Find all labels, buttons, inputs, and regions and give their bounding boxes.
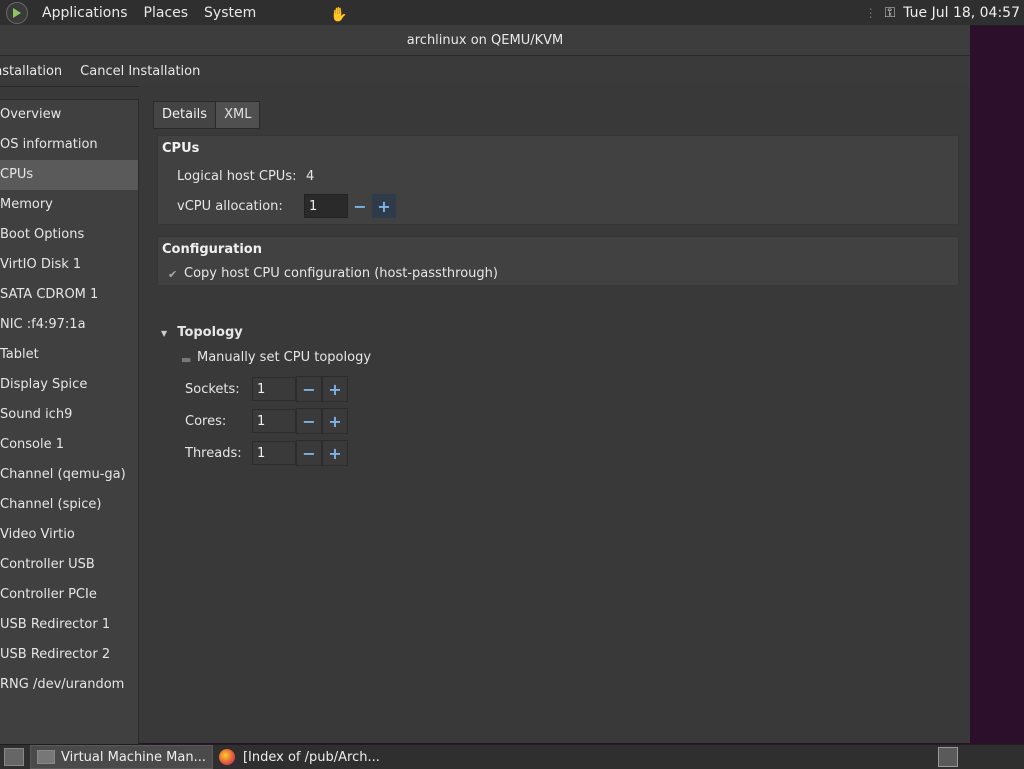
- vm-manager-icon: [37, 750, 55, 764]
- begin-installation-button[interactable]: nstallation: [0, 64, 62, 79]
- threads-stepper: − +: [252, 440, 348, 466]
- logical-cpus-row: Logical host CPUs: 4: [158, 161, 958, 191]
- plus-icon: +: [328, 411, 342, 431]
- threads-decrement-button[interactable]: −: [296, 440, 322, 466]
- cores-stepper: − +: [252, 408, 348, 434]
- cpus-title: CPUs: [162, 141, 200, 156]
- plus-icon: +: [328, 443, 342, 463]
- cores-input[interactable]: [252, 409, 296, 433]
- plus-icon: +: [328, 379, 342, 399]
- keyring-icon[interactable]: ⚿: [885, 5, 896, 21]
- sidebar-item-cpus[interactable]: CPUs: [0, 160, 138, 190]
- copy-host-cpu-label: Copy host CPU configuration (host-passth…: [184, 265, 498, 281]
- topology-title: Topology: [177, 325, 243, 340]
- sockets-row: Sockets: − +: [185, 373, 348, 405]
- cores-decrement-button[interactable]: −: [296, 408, 322, 434]
- sidebar-item-sound[interactable]: Sound ich9: [0, 400, 138, 430]
- cores-row: Cores: − +: [185, 405, 348, 437]
- cores-label: Cores:: [185, 413, 227, 429]
- vcpu-label: vCPU allocation:: [177, 198, 283, 214]
- cancel-installation-button[interactable]: Cancel Installation: [80, 64, 200, 79]
- show-desktop-icon[interactable]: [4, 748, 24, 766]
- hardware-list: Overview OS information CPUs Memory Boot…: [0, 99, 139, 744]
- minus-icon: −: [353, 196, 367, 216]
- sidebar-item-channel-qemu-ga[interactable]: Channel (qemu-ga): [0, 460, 138, 490]
- clock[interactable]: Tue Jul 18, 04:57: [903, 5, 1020, 21]
- workspace-switcher-icon[interactable]: [938, 747, 958, 767]
- menu-applications[interactable]: Applications: [34, 5, 136, 21]
- taskbar-item-firefox[interactable]: [Index of /pub/Arch...: [213, 746, 386, 768]
- sidebar-item-video-virtio[interactable]: Video Virtio: [0, 520, 138, 550]
- taskbar-item-virt-manager[interactable]: Virtual Machine Man...: [30, 745, 213, 769]
- firefox-icon: [218, 749, 235, 765]
- configuration-group: Configuration ✔ Copy host CPU configurat…: [157, 236, 959, 286]
- separator-icon: ⋮: [864, 5, 877, 20]
- sidebar-item-controller-usb[interactable]: Controller USB: [0, 550, 138, 580]
- minus-icon: −: [302, 443, 316, 463]
- sidebar-item-tablet[interactable]: Tablet: [0, 340, 138, 370]
- minus-icon: −: [302, 411, 316, 431]
- sidebar-item-channel-spice[interactable]: Channel (spice): [0, 490, 138, 520]
- minus-icon: −: [302, 379, 316, 399]
- sidebar-item-nic[interactable]: NIC :f4:97:1a: [0, 310, 138, 340]
- sockets-input[interactable]: [252, 377, 296, 401]
- manual-topology-row[interactable]: ▬ Manually set CPU topology: [181, 350, 372, 366]
- plus-icon: +: [377, 196, 391, 216]
- threads-increment-button[interactable]: +: [322, 440, 348, 466]
- vcpu-row: vCPU allocation: − +: [158, 191, 958, 221]
- sidebar-item-controller-pcie[interactable]: Controller PCIe: [0, 580, 138, 610]
- tab-xml[interactable]: XML: [216, 101, 261, 129]
- copy-host-cpu-row[interactable]: ✔ Copy host CPU configuration (host-pass…: [158, 262, 958, 284]
- vcpu-decrement-button[interactable]: −: [348, 194, 372, 218]
- sockets-increment-button[interactable]: +: [322, 376, 348, 402]
- logical-cpus-label: Logical host CPUs:: [177, 168, 297, 184]
- vm-details-window: archlinux on QEMU/KVM nstallation Cancel…: [0, 25, 970, 744]
- window-titlebar[interactable]: archlinux on QEMU/KVM: [0, 25, 970, 56]
- distro-logo-icon[interactable]: [6, 1, 28, 24]
- sidebar-item-virtio-disk[interactable]: VirtIO Disk 1: [0, 250, 138, 280]
- window-title: archlinux on QEMU/KVM: [406, 32, 564, 48]
- threads-input[interactable]: [252, 441, 296, 465]
- cores-increment-button[interactable]: +: [322, 408, 348, 434]
- bottom-taskbar: Virtual Machine Man... [Index of /pub/Ar…: [0, 744, 1024, 769]
- vcpu-input[interactable]: [304, 194, 348, 218]
- menu-places[interactable]: Places: [136, 5, 197, 21]
- topology-expander[interactable]: ▼ Topology: [161, 325, 243, 340]
- toolbar: nstallation Cancel Installation: [0, 56, 970, 87]
- menu-system[interactable]: System: [196, 5, 264, 21]
- details-pane: Details XML CPUs Logical host CPUs: 4 vC…: [139, 85, 970, 743]
- sidebar-item-os-information[interactable]: OS information: [0, 130, 138, 160]
- tab-details[interactable]: Details: [153, 101, 217, 129]
- tab-bar: Details XML: [153, 101, 261, 129]
- sockets-decrement-button[interactable]: −: [296, 376, 322, 402]
- sockets-stepper: − +: [252, 376, 348, 402]
- cpus-group: CPUs Logical host CPUs: 4 vCPU allocatio…: [157, 135, 959, 225]
- hand-cursor-icon: ✋: [330, 7, 348, 23]
- sockets-label: Sockets:: [185, 381, 240, 397]
- top-panel: Applications Places System ✋ ⋮ ⚿ Tue Jul…: [0, 0, 1024, 26]
- checkbox-unchecked-icon[interactable]: ▬: [181, 353, 191, 366]
- sidebar-item-usb-redirector-2[interactable]: USB Redirector 2: [0, 640, 138, 670]
- expander-arrow-icon: ▼: [161, 329, 168, 338]
- taskbar-item-label: [Index of /pub/Arch...: [242, 749, 380, 765]
- threads-row: Threads: − +: [185, 437, 348, 469]
- sidebar-item-display-spice[interactable]: Display Spice: [0, 370, 138, 400]
- topology-fields: Sockets: − + Cores: − + Threads:: [185, 373, 348, 469]
- logical-cpus-value: 4: [306, 168, 315, 184]
- vcpu-stepper: − +: [304, 194, 396, 218]
- checkbox-checked-icon[interactable]: ✔: [168, 268, 178, 281]
- vcpu-increment-button[interactable]: +: [372, 194, 396, 218]
- sidebar-item-usb-redirector-1[interactable]: USB Redirector 1: [0, 610, 138, 640]
- taskbar-item-label: Virtual Machine Man...: [61, 749, 206, 765]
- threads-label: Threads:: [185, 445, 242, 461]
- configuration-title: Configuration: [162, 242, 262, 257]
- sidebar-item-rng[interactable]: RNG /dev/urandom: [0, 670, 138, 700]
- sidebar-item-sata-cdrom[interactable]: SATA CDROM 1: [0, 280, 138, 310]
- sidebar-item-console[interactable]: Console 1: [0, 430, 138, 460]
- sidebar-item-overview[interactable]: Overview: [0, 100, 138, 130]
- sidebar-item-memory[interactable]: Memory: [0, 190, 138, 220]
- sidebar-item-boot-options[interactable]: Boot Options: [0, 220, 138, 250]
- manual-topology-label: Manually set CPU topology: [197, 350, 372, 365]
